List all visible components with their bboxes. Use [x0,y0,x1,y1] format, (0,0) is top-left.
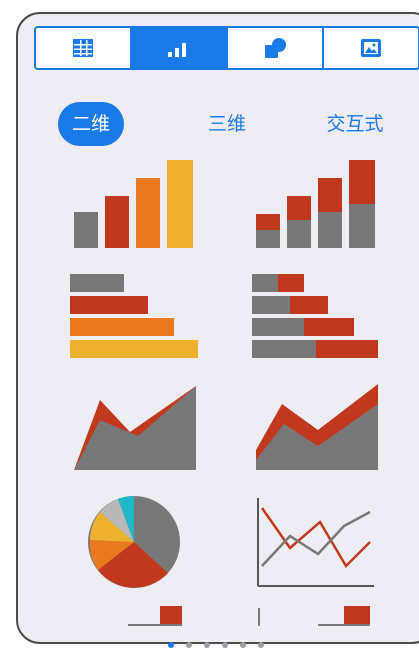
page-dot-1[interactable] [168,642,174,648]
page-dot-2[interactable] [186,642,192,648]
page-dot-4[interactable] [222,642,228,648]
page-dot-3[interactable] [204,642,210,648]
area-chart-option[interactable] [74,386,196,470]
line-chart-option[interactable] [257,498,374,587]
pie-chart-option[interactable] [88,496,180,588]
partial-chart-option-left[interactable] [128,606,182,626]
partial-chart-option-right[interactable] [258,606,370,626]
page-indicator [0,638,419,652]
stacked-area-chart-option[interactable] [256,384,378,470]
page-dot-6[interactable] [258,642,264,648]
column-chart-option[interactable] [74,160,193,248]
page-dot-5[interactable] [240,642,246,648]
chart-type-gallery [70,160,378,626]
stacked-column-chart-option[interactable] [256,160,375,248]
stacked-bar-chart-option[interactable] [252,274,378,358]
bar-chart-option[interactable] [70,274,198,358]
